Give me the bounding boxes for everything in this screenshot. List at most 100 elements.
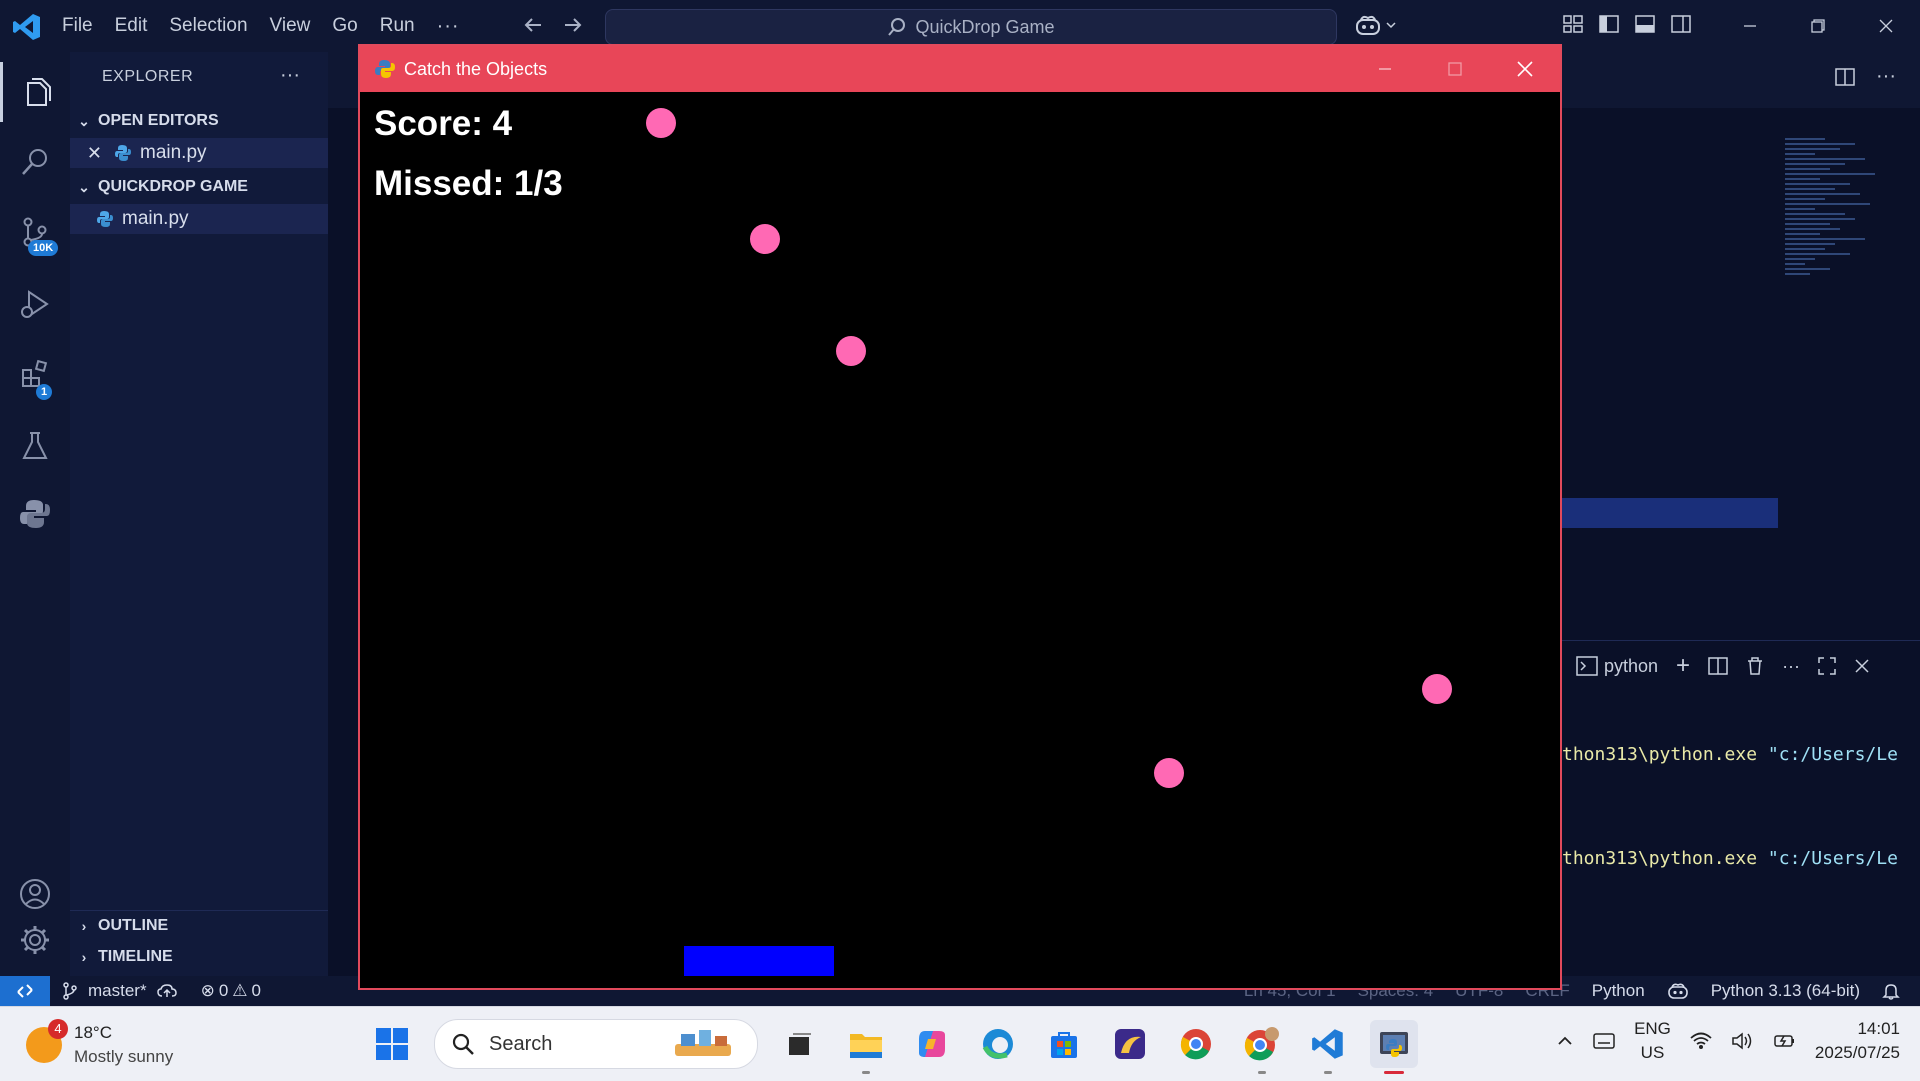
- git-branch[interactable]: master*: [88, 981, 147, 1001]
- game-titlebar[interactable]: Catch the Objects: [360, 46, 1560, 92]
- language-indicator[interactable]: ENG US: [1634, 1017, 1671, 1065]
- explorer-icon[interactable]: [0, 62, 70, 122]
- remote-indicator-icon[interactable]: [0, 976, 50, 1006]
- clock-time: 14:01: [1857, 1019, 1900, 1038]
- weather-description: Mostly sunny: [74, 1047, 174, 1066]
- running-indicator: [862, 1071, 870, 1074]
- show-hidden-icons-chevron-icon[interactable]: [1556, 1032, 1574, 1050]
- vscode-taskbar-icon[interactable]: [1304, 1020, 1352, 1074]
- close-button[interactable]: [1852, 0, 1920, 52]
- active-indicator: [1384, 1071, 1404, 1074]
- python-icon[interactable]: [0, 484, 70, 544]
- volume-icon[interactable]: [1731, 1031, 1755, 1051]
- taskbar-apps: Search: [368, 1019, 1418, 1074]
- open-editor-item[interactable]: ✕ main.py: [70, 138, 328, 168]
- menu-go[interactable]: Go: [332, 15, 357, 37]
- running-indicator: [1324, 1071, 1332, 1074]
- project-folder-section[interactable]: ⌄ QUICKDROP GAME: [70, 172, 328, 202]
- toggle-sidebar-icon[interactable]: [1598, 13, 1620, 35]
- weather-badge: 4: [48, 1019, 68, 1039]
- terminal-tab[interactable]: python: [1576, 656, 1658, 677]
- game-maximize-button[interactable]: [1420, 46, 1490, 92]
- game-canvas[interactable]: Score: 4 Missed: 1/3: [360, 92, 1560, 988]
- file-explorer-icon[interactable]: [842, 1020, 890, 1074]
- menu-view[interactable]: View: [270, 15, 311, 37]
- game-close-button[interactable]: [1490, 46, 1560, 92]
- python-game-taskbar-icon[interactable]: [1370, 1020, 1418, 1074]
- menu-more-button[interactable]: ···: [437, 15, 460, 38]
- terminal-arg: "c:/Users/Le: [1767, 744, 1898, 765]
- restore-button[interactable]: [1784, 0, 1852, 52]
- menu-run[interactable]: Run: [380, 15, 415, 37]
- minimap: [1785, 135, 1905, 375]
- menu-edit[interactable]: Edit: [115, 15, 148, 37]
- player-paddle[interactable]: [684, 946, 834, 976]
- run-debug-icon[interactable]: [0, 274, 70, 334]
- extensions-icon[interactable]: 1: [0, 344, 70, 404]
- edge-browser-icon[interactable]: [974, 1020, 1022, 1068]
- chevron-down-icon: ⌄: [78, 112, 90, 129]
- running-indicator: [1258, 1071, 1266, 1074]
- menu-selection[interactable]: Selection: [169, 15, 247, 37]
- terminal-icon: [1576, 656, 1598, 676]
- toggle-panel-icon[interactable]: [1634, 13, 1656, 35]
- source-control-icon[interactable]: 10K: [0, 202, 70, 262]
- trash-icon[interactable]: [1746, 656, 1764, 676]
- falling-object: [646, 108, 676, 138]
- maximize-panel-icon[interactable]: [1818, 657, 1836, 675]
- bell-icon[interactable]: [1882, 982, 1900, 1000]
- new-terminal-icon[interactable]: +: [1676, 652, 1690, 680]
- project-file-item[interactable]: main.py: [70, 204, 328, 234]
- outline-section[interactable]: › OUTLINE: [70, 910, 328, 941]
- open-editor-filename: main.py: [140, 142, 207, 163]
- touch-keyboard-icon[interactable]: [1592, 1031, 1616, 1051]
- editor-highlight: [1562, 498, 1778, 528]
- start-windows-icon[interactable]: [368, 1020, 416, 1068]
- chrome-browser-icon[interactable]: [1172, 1020, 1220, 1068]
- weather-widget[interactable]: 4 18°C Mostly sunny: [26, 1019, 174, 1069]
- back-arrow-icon[interactable]: [522, 14, 544, 36]
- sync-cloud-icon[interactable]: [156, 983, 177, 999]
- language-mode[interactable]: Python: [1592, 981, 1645, 1001]
- copilot-status-icon[interactable]: [1667, 982, 1689, 1000]
- copilot-button[interactable]: [1355, 14, 1397, 36]
- toggle-secondary-sidebar-icon[interactable]: [1670, 13, 1692, 35]
- game-window-title: Catch the Objects: [404, 58, 548, 79]
- minimize-button[interactable]: [1716, 0, 1784, 52]
- command-center-search[interactable]: QuickDrop Game: [605, 9, 1337, 45]
- menu-file[interactable]: File: [62, 15, 93, 37]
- clock[interactable]: 14:01 2025/07/25: [1815, 1017, 1900, 1065]
- navigation-arrows: [522, 14, 584, 36]
- game-minimize-button[interactable]: [1350, 46, 1420, 92]
- falling-object: [836, 336, 866, 366]
- explorer-more-button[interactable]: ···: [280, 64, 300, 87]
- extensions-badge: 1: [36, 384, 53, 400]
- close-panel-icon[interactable]: [1854, 658, 1870, 674]
- purple-app-icon[interactable]: [1106, 1020, 1154, 1068]
- open-editors-section[interactable]: ⌄ OPEN EDITORS: [70, 106, 328, 136]
- error-count: 0: [218, 981, 229, 1000]
- terminal-line: thon313\python.exe "c:/Users/Le: [1562, 848, 1898, 869]
- search-icon[interactable]: [0, 132, 70, 192]
- battery-charging-icon[interactable]: [1773, 1031, 1797, 1051]
- chrome-profile-icon[interactable]: [1238, 1020, 1286, 1074]
- settings-gear-icon[interactable]: [0, 910, 70, 970]
- problems-indicator[interactable]: ⊗ 0 ⚠ 0: [201, 981, 261, 1001]
- terminal-more-icon[interactable]: ···: [1782, 656, 1800, 677]
- split-terminal-icon[interactable]: [1708, 656, 1728, 676]
- close-editor-icon[interactable]: ✕: [70, 143, 102, 164]
- forward-arrow-icon[interactable]: [562, 14, 584, 36]
- terminal-line: thon313\python.exe "c:/Users/Le: [1562, 744, 1898, 765]
- task-view-icon[interactable]: [776, 1020, 824, 1068]
- python-interpreter[interactable]: Python 3.13 (64-bit): [1711, 981, 1860, 1001]
- split-editor-icon[interactable]: [1834, 66, 1856, 88]
- timeline-section[interactable]: › TIMELINE: [70, 942, 328, 972]
- copilot-app-icon[interactable]: [908, 1020, 956, 1068]
- taskbar-search[interactable]: Search: [434, 1019, 758, 1069]
- wifi-icon[interactable]: [1689, 1031, 1713, 1051]
- explorer-title: EXPLORER: [102, 68, 194, 85]
- microsoft-store-icon[interactable]: [1040, 1020, 1088, 1068]
- editor-more-icon[interactable]: ···: [1876, 66, 1896, 88]
- customize-layout-icon[interactable]: [1562, 13, 1584, 35]
- testing-icon[interactable]: [0, 416, 70, 476]
